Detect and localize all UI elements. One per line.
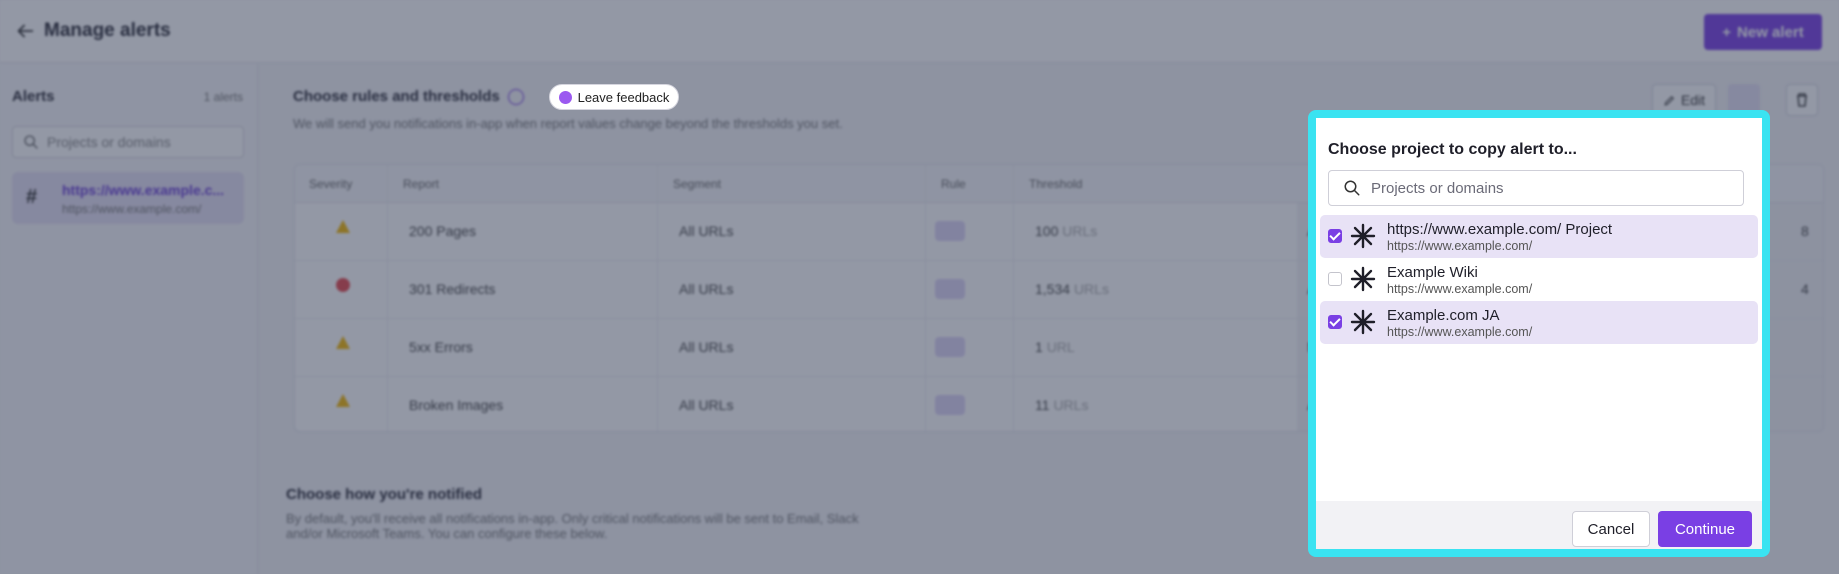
continue-button[interactable]: Continue <box>1658 511 1752 547</box>
project-item[interactable]: https://www.example.com/ Project https:/… <box>1320 215 1758 258</box>
project-logo-icon <box>1350 223 1376 249</box>
project-item[interactable]: Example.com JA https://www.example.com/ <box>1320 301 1758 344</box>
leave-feedback-button[interactable]: Leave feedback <box>549 84 679 110</box>
search-icon <box>1344 180 1360 196</box>
project-item[interactable]: Example Wiki https://www.example.com/ <box>1320 258 1758 301</box>
project-checkbox[interactable] <box>1328 315 1342 329</box>
project-name: https://www.example.com/ Project <box>1387 221 1613 238</box>
project-search-input[interactable]: Projects or domains <box>1328 170 1744 206</box>
cancel-button[interactable]: Cancel <box>1572 511 1650 547</box>
copy-alert-modal-frame: Choose project to copy alert to... Proje… <box>1308 110 1770 557</box>
chat-bubble-icon <box>558 90 572 104</box>
project-checkbox[interactable] <box>1328 229 1342 243</box>
project-search-placeholder: Projects or domains <box>1371 179 1504 197</box>
modal-title: Choose project to copy alert to... <box>1328 141 1577 158</box>
leave-feedback-label: Leave feedback <box>577 89 670 105</box>
project-name: Example.com JA <box>1387 307 1500 324</box>
project-name: Example Wiki <box>1387 264 1478 281</box>
project-url: https://www.example.com/ <box>1387 325 1533 339</box>
copy-alert-modal: Choose project to copy alert to... Proje… <box>1316 118 1762 549</box>
project-logo-icon <box>1350 309 1376 335</box>
project-logo-icon <box>1350 266 1376 292</box>
project-list: https://www.example.com/ Project https:/… <box>1320 215 1758 344</box>
modal-footer: Cancel Continue <box>1316 501 1762 549</box>
project-url: https://www.example.com/ <box>1387 282 1533 296</box>
project-checkbox[interactable] <box>1328 272 1342 286</box>
project-url: https://www.example.com/ <box>1387 239 1533 253</box>
